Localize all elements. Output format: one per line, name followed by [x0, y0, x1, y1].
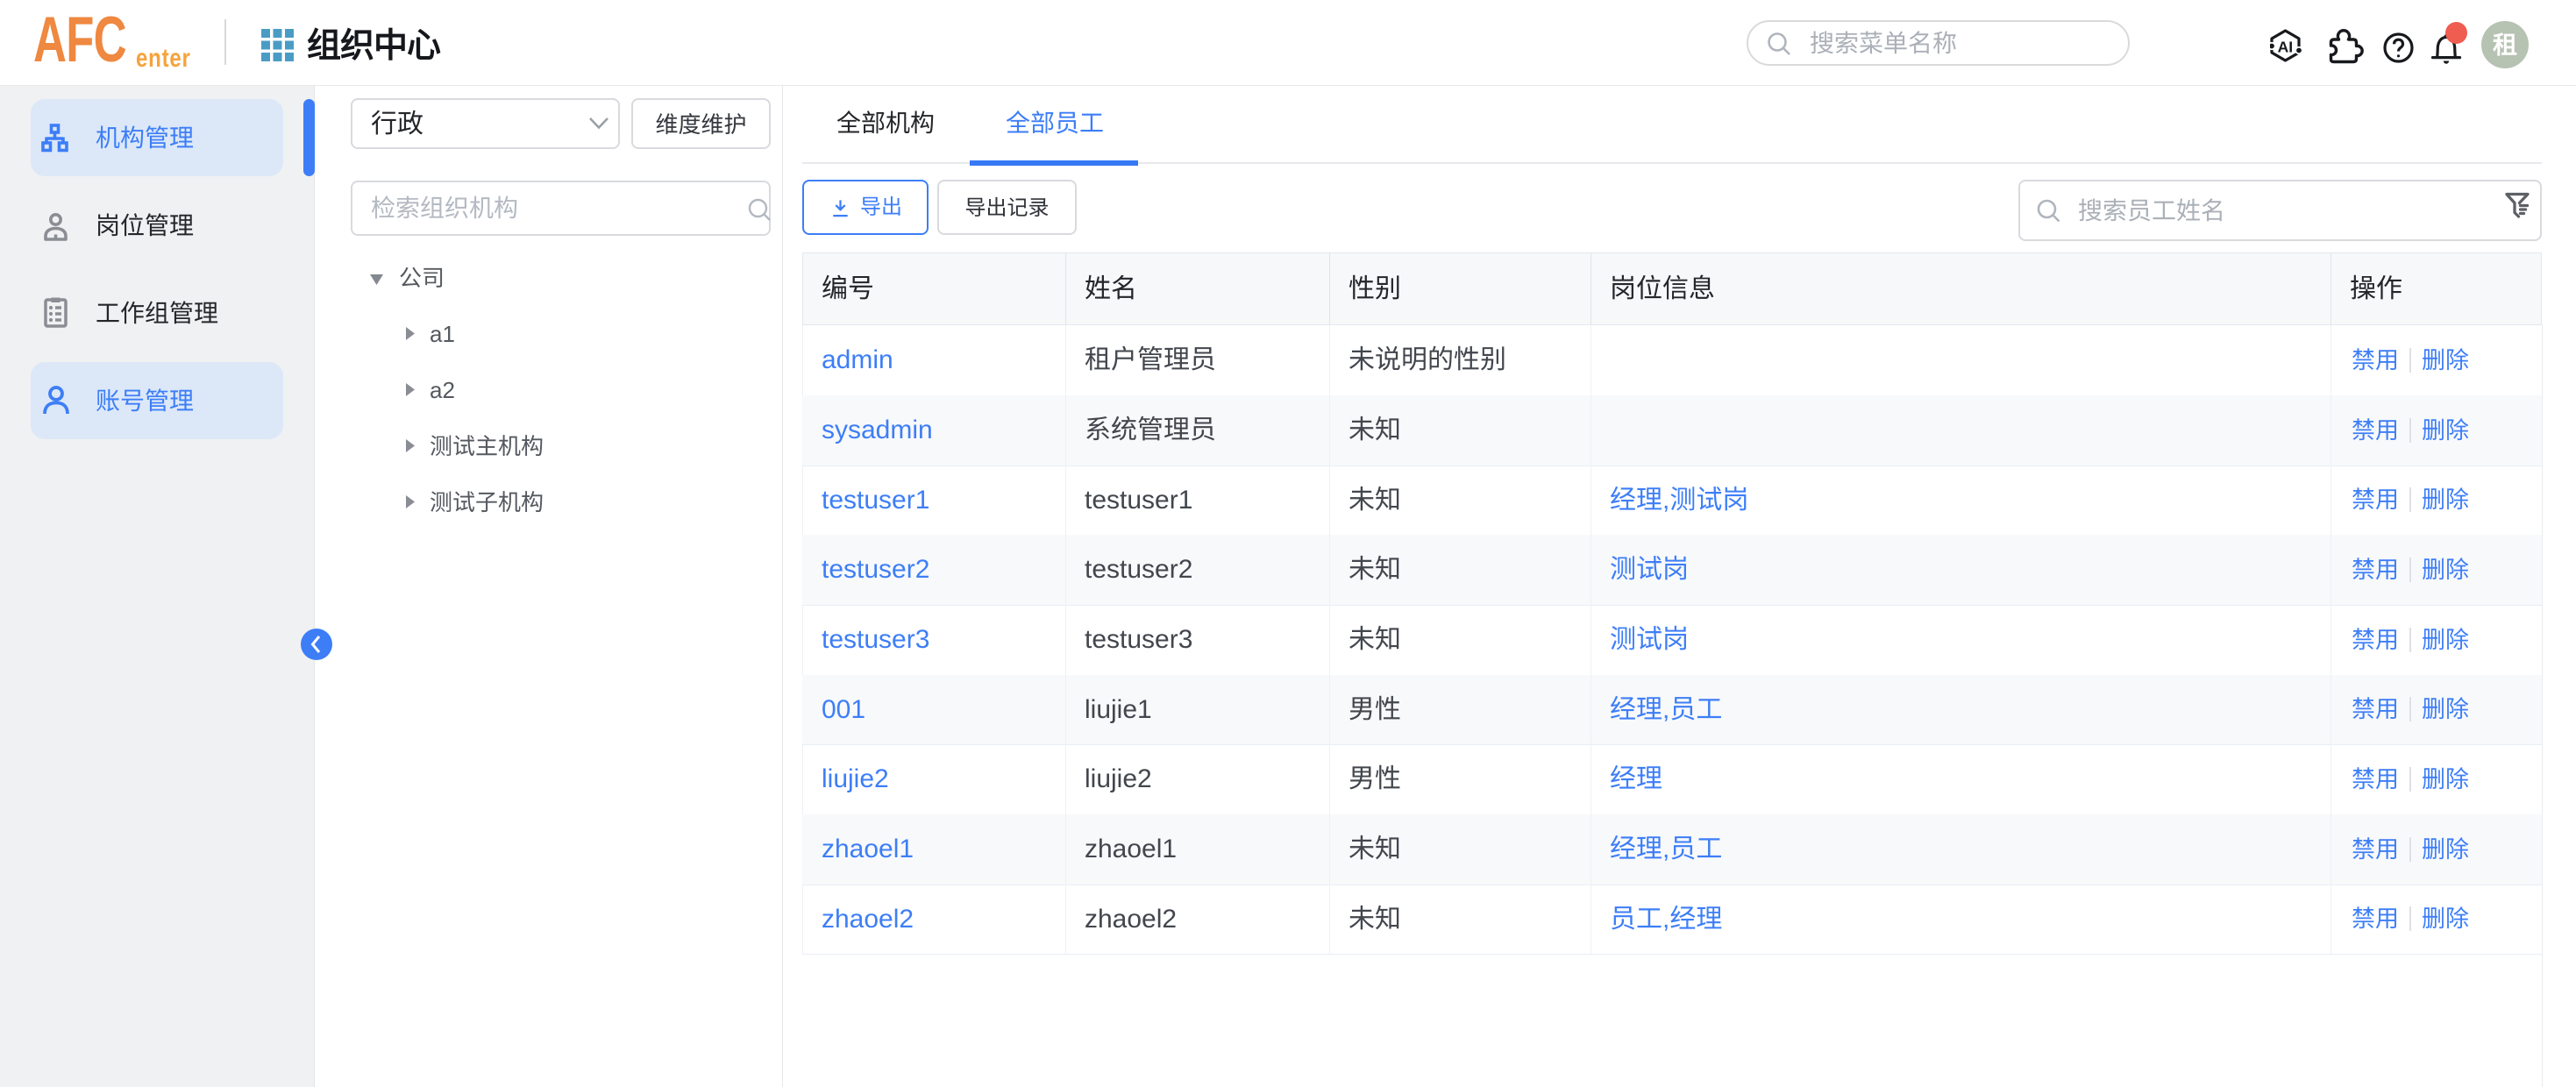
- svg-text:AI: AI: [2278, 39, 2294, 56]
